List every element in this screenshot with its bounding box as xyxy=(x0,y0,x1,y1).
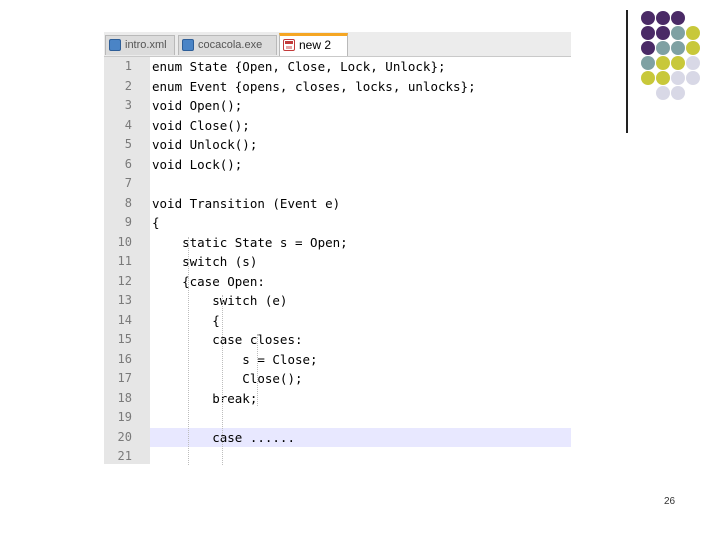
code-line: case ...... xyxy=(152,429,295,445)
code-line: void Open(); xyxy=(152,98,243,113)
decorative-dot xyxy=(656,26,670,40)
page-number: 26 xyxy=(664,496,676,507)
tab-label: intro.xml xyxy=(125,39,167,51)
tab-label: new 2 xyxy=(299,38,332,52)
line-number: 21 xyxy=(117,449,132,463)
line-number: 17 xyxy=(117,371,132,385)
line-number: 6 xyxy=(124,156,132,171)
line-number: 4 xyxy=(124,117,132,132)
decorative-dot xyxy=(656,86,670,100)
tab-intro-xml[interactable]: intro.xml xyxy=(105,35,175,55)
code-line: switch (e) xyxy=(152,293,288,308)
code-line: void Unlock(); xyxy=(152,137,258,152)
decorative-dot xyxy=(656,41,670,55)
decorative-divider-line xyxy=(626,10,628,133)
line-number: 1 xyxy=(124,59,132,73)
code-line: void Transition (Event e) xyxy=(152,195,341,211)
decorative-dot xyxy=(671,41,685,55)
line-number: 9 xyxy=(124,215,132,229)
decorative-dot xyxy=(671,71,685,85)
decorative-dot xyxy=(671,11,685,25)
code-line: static State s = Open; xyxy=(152,234,348,250)
decorative-dot xyxy=(641,11,655,25)
code-line: {case Open: xyxy=(152,273,265,289)
decorative-dot xyxy=(656,56,670,70)
decorative-dot xyxy=(656,71,670,85)
decorative-dot xyxy=(656,11,670,25)
line-number: 7 xyxy=(124,176,132,190)
decorative-dot xyxy=(641,26,655,40)
line-number: 3 xyxy=(124,98,132,112)
line-number: 5 xyxy=(124,137,132,151)
line-number: 18 xyxy=(117,390,132,405)
decorative-dot xyxy=(671,86,685,100)
line-number: 20 xyxy=(117,429,132,444)
unsaved-file-icon xyxy=(283,39,295,51)
code-line: { xyxy=(152,215,160,230)
code-line: { xyxy=(152,312,220,328)
line-number: 14 xyxy=(117,312,132,327)
decorative-dot xyxy=(671,26,685,40)
tab-cocacola-exe[interactable]: cocacola.exe xyxy=(178,35,277,55)
line-number: 19 xyxy=(117,410,132,424)
code-line: Close(); xyxy=(152,371,303,386)
indent-guide xyxy=(222,295,223,465)
code-editor: intro.xml cocacola.exe new 2 1 2 3 4 5 6 7 8 9 10… xyxy=(104,32,571,465)
decorative-dot xyxy=(671,56,685,70)
line-number-gutter: 1 2 3 4 5 6 7 8 9 10 11 12 13 14 15 16 17 18 19 20 21 xyxy=(104,57,150,464)
code-line: case closes: xyxy=(152,332,303,347)
line-number: 2 xyxy=(124,78,132,93)
save-file-icon xyxy=(182,39,194,51)
line-number: 12 xyxy=(117,273,132,288)
decorative-dot xyxy=(686,41,700,55)
tab-bar: intro.xml cocacola.exe new 2 xyxy=(104,32,571,57)
indent-guide xyxy=(257,334,258,406)
code-line: enum Event {opens, closes, locks, unlock… xyxy=(152,78,476,94)
save-file-icon xyxy=(109,39,121,51)
line-number: 10 xyxy=(117,234,132,249)
code-line: s = Close; xyxy=(152,351,318,367)
code-area[interactable]: enum State {Open, Close, Lock, Unlock}; e… xyxy=(150,57,571,465)
indent-guide xyxy=(188,236,189,465)
decorative-dot xyxy=(686,56,700,70)
tab-label: cocacola.exe xyxy=(198,39,263,51)
line-number: 15 xyxy=(117,332,132,346)
decorative-dot xyxy=(641,56,655,70)
line-number: 13 xyxy=(117,293,132,307)
code-line: break; xyxy=(152,390,258,406)
tab-new-2[interactable]: new 2 xyxy=(279,33,348,56)
code-line: switch (s) xyxy=(152,254,258,269)
line-number: 11 xyxy=(117,254,132,268)
line-number: 8 xyxy=(124,195,132,210)
decorative-dot xyxy=(686,26,700,40)
decorative-dot xyxy=(641,71,655,85)
code-line: enum State {Open, Close, Lock, Unlock}; xyxy=(152,59,446,74)
code-line: void Close(); xyxy=(152,117,250,133)
code-line: void Lock(); xyxy=(152,156,243,172)
decorative-dot xyxy=(686,71,700,85)
line-number: 16 xyxy=(117,351,132,366)
decorative-dot xyxy=(641,41,655,55)
